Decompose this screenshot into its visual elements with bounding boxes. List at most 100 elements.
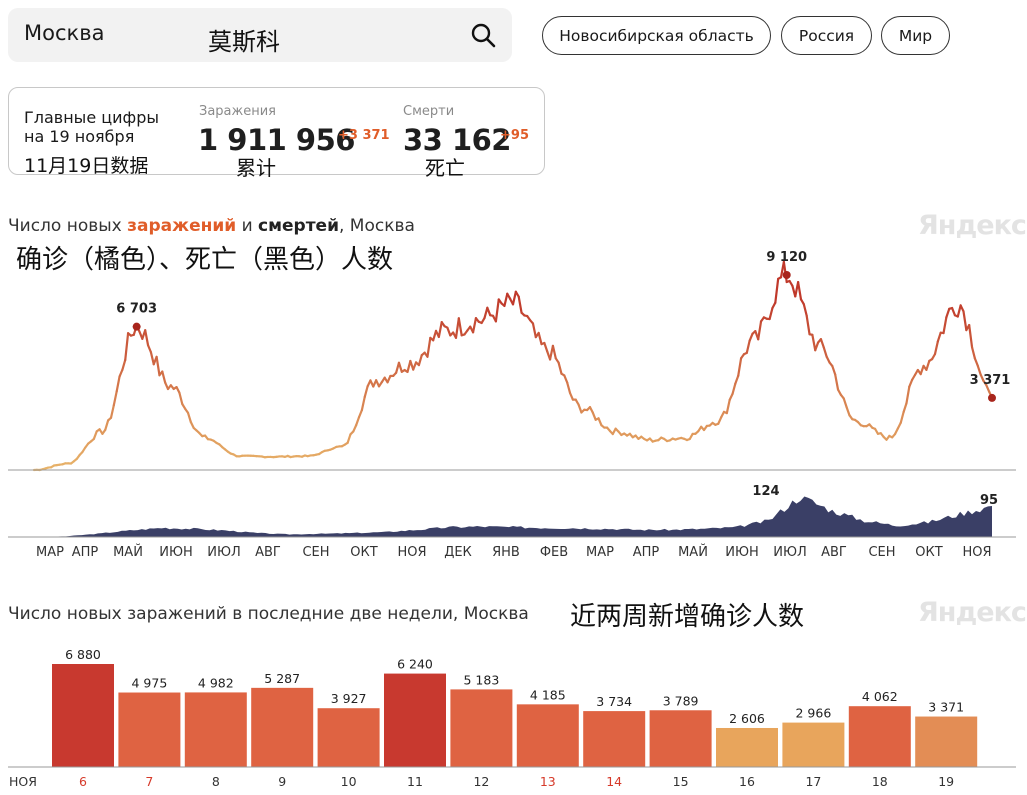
- bar-value-label: 2 606: [729, 711, 765, 726]
- infections-line-segment: [822, 346, 828, 358]
- day-tick-label: 12: [473, 774, 489, 789]
- infections-line-segment: [417, 354, 423, 367]
- infections-line-segment: [834, 373, 840, 391]
- timeline-chart: 6 703 9 120 3 371 124 95 МАР АПР МАЙ ИЮН ИЮЛ АВГ СЕ…: [8, 250, 1016, 560]
- month-tick-label: АПР: [633, 545, 660, 560]
- bar: [583, 711, 646, 767]
- month-tick-label: МАЙ: [678, 544, 708, 560]
- deaths-label: Смерти: [403, 104, 455, 119]
- infections-line-segment: [121, 358, 127, 371]
- yandex-logo: Яндекс: [918, 210, 1027, 241]
- month-tick-label: ФЕВ: [540, 545, 568, 560]
- infections-line-segment: [942, 316, 948, 335]
- infections-line-segment: [737, 357, 743, 377]
- month-tick-label: АВГ: [821, 545, 847, 560]
- month-tick-label: ИЮН: [159, 545, 193, 560]
- infections-line-segment: [819, 338, 825, 349]
- infections-line-segment: [956, 304, 962, 318]
- month-tick-label: ОКТ: [915, 545, 942, 560]
- infections-line-segment: [346, 433, 352, 444]
- search-icon[interactable]: [470, 22, 496, 48]
- month-tick-label: МАЙ: [113, 544, 143, 560]
- stats-heading-cn: 11月19日数据: [24, 155, 149, 177]
- infections-line-segment: [902, 402, 908, 414]
- month-tick-label: СЕН: [302, 545, 329, 560]
- infections-line-segment: [968, 323, 974, 349]
- bar-value-label: 5 183: [464, 672, 500, 687]
- peak-marker: [782, 271, 791, 279]
- bar-value-label: 4 982: [198, 675, 234, 690]
- infections-line-segment: [962, 310, 968, 332]
- search-box[interactable]: Москва 莫斯科: [8, 8, 512, 62]
- month-prefix-label: НОЯ: [9, 774, 37, 789]
- bar: [450, 689, 513, 767]
- infections-line-segment: [945, 307, 951, 319]
- stats-card: Главные цифры на 19 ноября 11月19日数据 Зара…: [8, 87, 545, 180]
- day-tick-label: 18: [872, 774, 888, 789]
- infections-line-segment: [725, 398, 731, 415]
- infections-value: 1 911 956: [198, 123, 355, 157]
- bar-value-label: 4 975: [132, 676, 168, 691]
- infections-line-segment: [486, 306, 492, 317]
- search-city-cn: 莫斯科: [208, 28, 280, 56]
- bar: [52, 664, 114, 767]
- chart2-title: Число новых заражений в последние две не…: [8, 604, 529, 624]
- infections-line-segment: [109, 404, 115, 419]
- yandex-logo-2: Яндекс: [918, 597, 1027, 628]
- infections-line-segment: [774, 277, 780, 304]
- infections-line-segment: [146, 344, 152, 354]
- infections-line-segment: [124, 332, 130, 362]
- month-tick-label: МАР: [586, 545, 614, 560]
- infections-line-segment: [936, 331, 942, 343]
- chart1-title: Число новых заражений и смертей, Москва: [8, 216, 415, 236]
- infections-label: Заражения: [199, 104, 276, 119]
- month-tick-label: ЯНВ: [492, 545, 520, 560]
- infections-line-segment: [563, 374, 569, 384]
- day-tick-label: 10: [341, 774, 357, 789]
- day-tick-label: 17: [805, 774, 821, 789]
- region-button-novosibirsk[interactable]: Новосибирская область: [542, 16, 771, 55]
- infections-line-segment: [845, 406, 851, 417]
- region-button-russia[interactable]: Россия: [781, 16, 872, 55]
- month-tick-label: ДЕК: [444, 545, 472, 560]
- bar: [716, 727, 778, 767]
- month-tick-label: МАР: [36, 545, 64, 560]
- bar-value-label: 6 880: [65, 647, 101, 662]
- infections-delta: +3 371: [338, 128, 390, 143]
- month-tick-label: ИЮН: [725, 545, 759, 560]
- day-tick-label: 9: [278, 774, 286, 789]
- infections-line-segment: [503, 292, 509, 308]
- infections-line-segment: [797, 281, 803, 301]
- infections-line-segment: [557, 361, 563, 375]
- peak-marker: [132, 322, 141, 331]
- day-tick-label: 8: [212, 774, 220, 789]
- infections-line-segment: [566, 381, 572, 395]
- day-tick-label: 11: [407, 774, 423, 789]
- month-tick-label: ИЮЛ: [773, 545, 807, 560]
- infections-line-segment: [397, 361, 403, 373]
- bar-value-label: 3 371: [928, 700, 964, 715]
- infections-line-segment: [734, 374, 740, 385]
- infections-line-segment: [970, 346, 976, 360]
- infections-line-segment: [537, 331, 543, 346]
- infections-line-segment: [178, 391, 184, 406]
- infections-line-segment: [577, 403, 583, 414]
- deaths-area: [34, 496, 992, 537]
- bar-value-label: 3 789: [663, 693, 699, 708]
- bar: [649, 710, 712, 767]
- infections-line-segment: [591, 411, 597, 421]
- month-tick-label: АПР: [72, 545, 99, 560]
- infections-line-segment: [446, 326, 452, 337]
- day-tick-label: 14: [606, 774, 622, 789]
- infections-line-segment: [831, 364, 837, 376]
- month-tick-label: АВГ: [255, 545, 281, 560]
- bar-value-label: 3 927: [331, 691, 367, 706]
- infections-cn: 累计: [236, 156, 276, 180]
- deaths-cn: 死亡: [425, 156, 465, 180]
- bar: [317, 708, 380, 767]
- bar-value-label: 5 287: [264, 671, 300, 686]
- region-button-world[interactable]: Мир: [881, 16, 950, 55]
- infections-line-segment: [118, 368, 124, 378]
- infections-line-segment: [925, 359, 931, 371]
- day-tick-label: 13: [540, 774, 556, 789]
